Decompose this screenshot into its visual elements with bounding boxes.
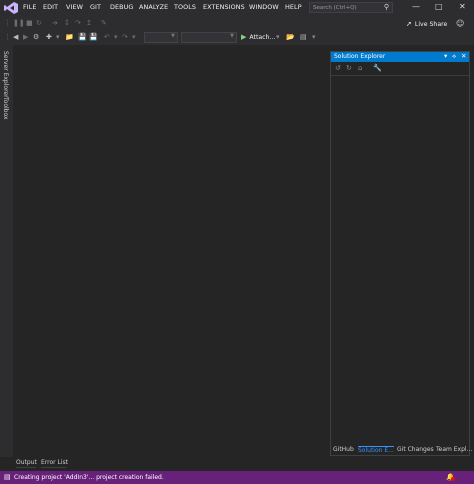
back-icon[interactable]: ◀ — [13, 33, 18, 41]
minimize-icon[interactable]: — — [412, 2, 420, 11]
tab-output[interactable]: Output — [16, 459, 37, 466]
tab-server-explorer[interactable]: Server Explorer — [2, 51, 9, 98]
debug-toolbar: ⋮ ❚❚ ■ ↻ ➔ ↧ ↷ ↥ ✎ ➚ Live Share ☺ — [0, 16, 474, 31]
show-next-statement-icon[interactable]: ➔ — [52, 19, 58, 27]
left-tool-strip: Server Explorer Toolbox — [0, 45, 13, 457]
window-layout-icon[interactable]: ▤ — [300, 33, 307, 41]
menu-window[interactable]: WINDOW — [249, 3, 279, 11]
tab-error-list[interactable]: Error List — [41, 459, 68, 466]
toolbar-overflow-icon[interactable]: ▾ — [312, 33, 316, 41]
solution-configuration-select[interactable]: ▼ — [144, 32, 178, 43]
dropdown-chevron-icon[interactable]: ▾ — [56, 33, 60, 41]
tab-git-changes[interactable]: Git Changes — [397, 446, 434, 453]
attach-dropdown-icon[interactable]: ▾ — [276, 33, 280, 41]
menu-debug[interactable]: DEBUG — [110, 3, 133, 11]
attach-label: Attach... — [249, 34, 276, 41]
standard-toolbar: ⋮ ◀ ▶ ⚙ ✚ ▾ 📁 💾 💾 ↶ ▾ ↷ ▾ ▼ ▼ ▶ Attach...… — [0, 31, 474, 45]
tab-team-explorer[interactable]: Team Expl... — [436, 446, 472, 453]
new-item-icon[interactable]: ✚ — [46, 33, 52, 41]
forward-icon[interactable]: ↻ — [346, 64, 352, 72]
back-icon[interactable]: ↺ — [335, 64, 341, 72]
title-bar: FILE EDIT VIEW GIT DEBUG ANALYZE TOOLS E… — [0, 0, 474, 16]
menu-tools[interactable]: TOOLS — [174, 3, 196, 11]
tab-underline — [16, 467, 36, 468]
share-icon: ➚ — [406, 20, 412, 28]
search-input[interactable]: Search (Ctrl+Q) ⚲ — [309, 2, 393, 13]
editor-area — [13, 45, 329, 457]
tab-underline — [41, 467, 66, 468]
menu-analyze[interactable]: ANALYZE — [139, 3, 168, 11]
notifications-icon[interactable]: 🔔 — [446, 473, 455, 481]
diagnostic-icon[interactable]: ✎ — [101, 19, 107, 27]
close-icon[interactable]: ✕ — [461, 52, 466, 60]
menu-help[interactable]: HELP — [285, 3, 302, 11]
visual-studio-logo-icon — [4, 2, 18, 14]
grip-icon: ⋮ — [4, 19, 11, 27]
menu-git[interactable]: GIT — [90, 3, 101, 11]
redo-icon[interactable]: ↷ — [122, 33, 128, 41]
tab-github[interactable]: GitHub — [333, 446, 354, 453]
undo-dropdown-icon[interactable]: ▾ — [114, 33, 118, 41]
solution-explorer-titlebar[interactable]: Solution Explorer ▾ ⟡ ✕ — [331, 52, 469, 62]
solution-explorer-toolbar: ↺ ↻ ⌂ 🔧 — [331, 62, 469, 76]
solution-explorer-panel: Solution Explorer ▾ ⟡ ✕ ↺ ↻ ⌂ 🔧 — [330, 51, 470, 456]
status-bar: ▤ Creating project 'AddIn3'... project c… — [0, 471, 474, 484]
feedback-icon[interactable]: ☺ — [456, 19, 464, 28]
play-icon: ▶ — [241, 33, 247, 41]
menu-view[interactable]: VIEW — [66, 3, 83, 11]
grip-icon: ⋮ — [4, 33, 11, 41]
undo-icon[interactable]: ↶ — [104, 33, 110, 41]
save-icon[interactable]: 💾 — [78, 33, 87, 41]
find-in-files-icon[interactable]: 📂 — [286, 33, 295, 41]
solution-tree[interactable] — [331, 76, 469, 444]
save-all-icon[interactable]: 💾 — [89, 33, 98, 41]
attach-button[interactable]: ▶ Attach... — [241, 33, 275, 41]
restart-icon[interactable]: ↻ — [36, 19, 42, 27]
status-message: Creating project 'AddIn3'... project cre… — [14, 474, 164, 481]
live-share-label: Live Share — [414, 21, 448, 28]
status-info-icon: ▤ — [4, 473, 11, 481]
tab-toolbox[interactable]: Toolbox — [2, 97, 9, 120]
stop-icon[interactable]: ■ — [26, 19, 33, 27]
break-all-icon[interactable]: ❚❚ — [13, 19, 25, 27]
menu-edit[interactable]: EDIT — [43, 3, 58, 11]
properties-wrench-icon[interactable]: 🔧 — [373, 64, 382, 72]
menu-extensions[interactable]: EXTENSIONS — [203, 3, 245, 11]
redo-dropdown-icon[interactable]: ▾ — [132, 33, 136, 41]
solution-platform-select[interactable]: ▼ — [181, 32, 237, 43]
step-out-icon[interactable]: ↥ — [86, 19, 92, 27]
close-icon[interactable]: ✕ — [459, 2, 466, 11]
search-placeholder: Search (Ctrl+Q) — [313, 5, 357, 11]
menu-file[interactable]: FILE — [23, 3, 37, 11]
step-over-icon[interactable]: ↷ — [75, 19, 81, 27]
search-icon[interactable]: ⚲ — [384, 3, 389, 11]
settings-icon[interactable]: ⚙ — [33, 33, 39, 41]
solution-explorer-title: Solution Explorer — [334, 53, 386, 60]
home-icon[interactable]: ⌂ — [358, 64, 362, 72]
tab-solution-explorer[interactable]: Solution E... — [358, 446, 394, 454]
live-share-button[interactable]: ➚ Live Share — [406, 20, 447, 28]
notification-badge — [451, 477, 455, 481]
chevron-down-icon: ▼ — [230, 33, 234, 39]
pin-icon[interactable]: ⟡ — [452, 52, 456, 61]
forward-icon[interactable]: ▶ — [23, 33, 28, 41]
step-into-icon[interactable]: ↧ — [64, 19, 70, 27]
maximize-icon[interactable]: □ — [435, 2, 443, 11]
window-position-icon[interactable]: ▾ — [444, 52, 447, 60]
open-folder-icon[interactable]: 📁 — [65, 33, 74, 41]
chevron-down-icon: ▼ — [171, 33, 175, 39]
